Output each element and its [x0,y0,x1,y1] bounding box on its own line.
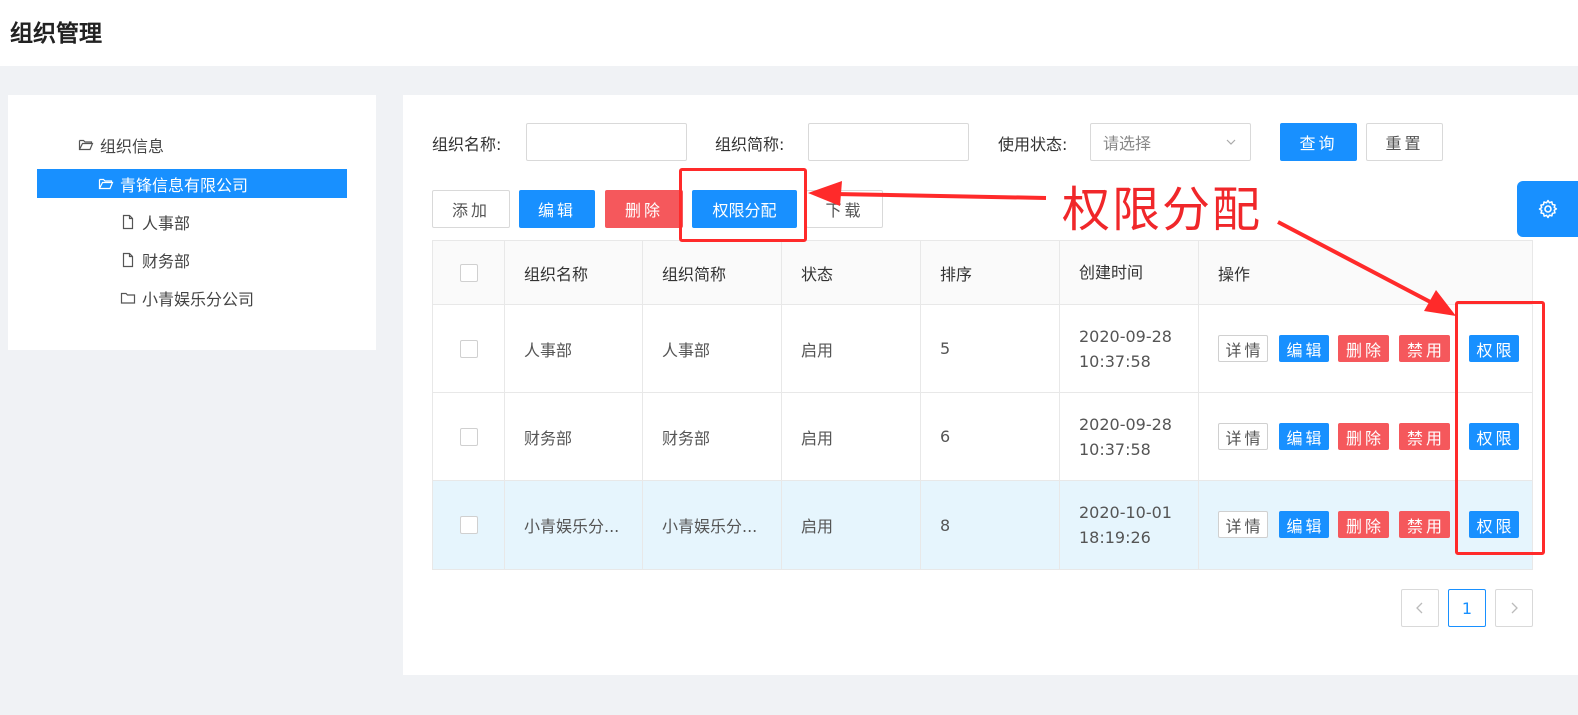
org-name-label: 组织名称: [432,135,502,154]
org-abbr-input[interactable] [808,123,969,161]
cell-ops: 详情 编辑 删除 禁用 权限 [1199,481,1532,569]
tree-node-selected[interactable]: 青锋信息有限公司 [37,169,347,198]
table-row: 人事部 人事部 启用 5 2020-09-28 10:37:58 详情 编辑 删… [433,305,1532,393]
column-header: 操作 [1218,264,1251,284]
row-checkbox-cell [433,305,505,392]
file-icon [122,214,134,229]
status-label: 使用状态: [998,135,1068,154]
detail-button[interactable]: 详情 [1218,423,1268,450]
cell-ops: 详情 编辑 删除 禁用 权限 [1199,305,1532,392]
status-select-placeholder: 请选择 [1103,134,1152,153]
row-permission-button[interactable]: 权限 [1469,511,1519,538]
annotation-label: 权限分配 [1062,182,1263,238]
tree-node-label: 小青娱乐分公司 [142,289,255,309]
tree-node-child[interactable]: 小青娱乐分公司 [120,283,254,312]
column-header: 组织简称 [643,241,782,304]
detail-button[interactable]: 详情 [1218,335,1268,362]
header-checkbox-cell [433,241,505,304]
table-header-row: 组织名称 组织简称 状态 排序 创建时间 操作 [433,241,1532,305]
tree-node-child[interactable]: 财务部 [120,245,190,274]
cell-name: 人事部 [505,305,643,392]
chevron-left-icon [1416,602,1423,614]
cell-sort: 5 [921,305,1060,392]
row-checkbox-cell [433,393,505,480]
chevron-down-icon [1226,139,1236,145]
table-row: 财务部 财务部 启用 6 2020-09-28 10:37:58 详情 编辑 删… [433,393,1532,481]
row-delete-button[interactable]: 删除 [1338,423,1389,450]
status-select[interactable]: 请选择 [1090,123,1251,161]
column-header: 组织名称 [505,241,643,304]
org-abbr-label: 组织简称: [715,135,785,154]
row-delete-button[interactable]: 删除 [1338,511,1389,538]
created-time: 2020-09-28 10:37:58 [1079,326,1172,371]
permission-assign-button[interactable]: 权限分配 [692,190,797,228]
cell-sort: 6 [921,393,1060,480]
page-header: 组织管理 [0,0,1578,66]
table-row: 小青娱乐分... 小青娱乐分... 启用 8 2020-10-01 18:19:… [433,481,1532,569]
cell-status: 启用 [782,393,921,480]
tree-node-label: 青锋信息有限公司 [120,175,249,195]
tree-node-label: 人事部 [142,213,191,233]
tree-node-label: 组织信息 [100,136,165,156]
column-header: 创建时间 [1060,241,1199,304]
cell-time: 2020-10-01 18:19:26 [1060,481,1199,569]
row-edit-button[interactable]: 编辑 [1279,423,1329,450]
reset-button[interactable]: 重置 [1366,123,1443,161]
page-number-button[interactable]: 1 [1448,589,1486,627]
cell-name: 财务部 [505,393,643,480]
column-header: 状态 [782,241,921,304]
row-permission-button[interactable]: 权限 [1469,423,1519,450]
cell-time: 2020-09-28 10:37:58 [1060,305,1199,392]
row-checkbox[interactable] [459,339,478,358]
prev-page-button[interactable] [1401,589,1439,627]
row-checkbox-cell [433,481,505,569]
row-permission-button[interactable]: 权限 [1469,335,1519,362]
row-edit-button[interactable]: 编辑 [1279,335,1329,362]
add-button[interactable]: 添加 [432,190,510,228]
folder-icon [120,292,136,304]
cell-time: 2020-09-28 10:37:58 [1060,393,1199,480]
row-edit-button[interactable]: 编辑 [1279,511,1329,538]
created-time: 2020-09-28 10:37:58 [1079,414,1172,459]
folder-open-icon [78,139,94,150]
created-time: 2020-10-01 18:19:26 [1079,503,1172,547]
row-checkbox[interactable] [459,516,478,534]
row-disable-button[interactable]: 禁用 [1399,423,1450,450]
org-name-input[interactable] [526,123,687,161]
cell-abbr: 人事部 [643,305,782,392]
page-title: 组织管理 [10,21,102,47]
column-header: 排序 [921,241,1060,304]
query-button[interactable]: 查询 [1280,123,1357,161]
detail-button[interactable]: 详情 [1218,511,1268,538]
org-table: 组织名称 组织简称 状态 排序 创建时间 操作 人事部 人事部 启用 5 202… [432,240,1533,570]
chevron-right-icon [1511,602,1518,614]
row-delete-button[interactable]: 删除 [1338,335,1389,362]
file-icon [122,252,134,267]
cell-status: 启用 [782,305,921,392]
row-disable-button[interactable]: 禁用 [1399,511,1450,538]
cell-abbr: 财务部 [643,393,782,480]
row-checkbox[interactable] [459,427,478,446]
download-button[interactable]: 下载 [806,190,883,228]
cell-abbr: 小青娱乐分... [643,481,782,569]
folder-open-icon [98,178,114,189]
settings-button[interactable] [1517,181,1578,237]
tree-node-root[interactable]: 组织信息 [78,130,164,159]
tree-node-label: 财务部 [142,251,191,271]
row-disable-button[interactable]: 禁用 [1399,335,1450,362]
next-page-button[interactable] [1495,589,1533,627]
select-all-checkbox[interactable] [459,263,478,282]
cell-sort: 8 [921,481,1060,569]
gear-icon [1538,199,1557,219]
tree-node-child[interactable]: 人事部 [120,207,190,236]
cell-name: 小青娱乐分... [505,481,643,569]
cell-status: 启用 [782,481,921,569]
edit-button[interactable]: 编辑 [519,190,595,228]
cell-ops: 详情 编辑 删除 禁用 权限 [1199,393,1532,480]
delete-button[interactable]: 删除 [605,190,683,228]
